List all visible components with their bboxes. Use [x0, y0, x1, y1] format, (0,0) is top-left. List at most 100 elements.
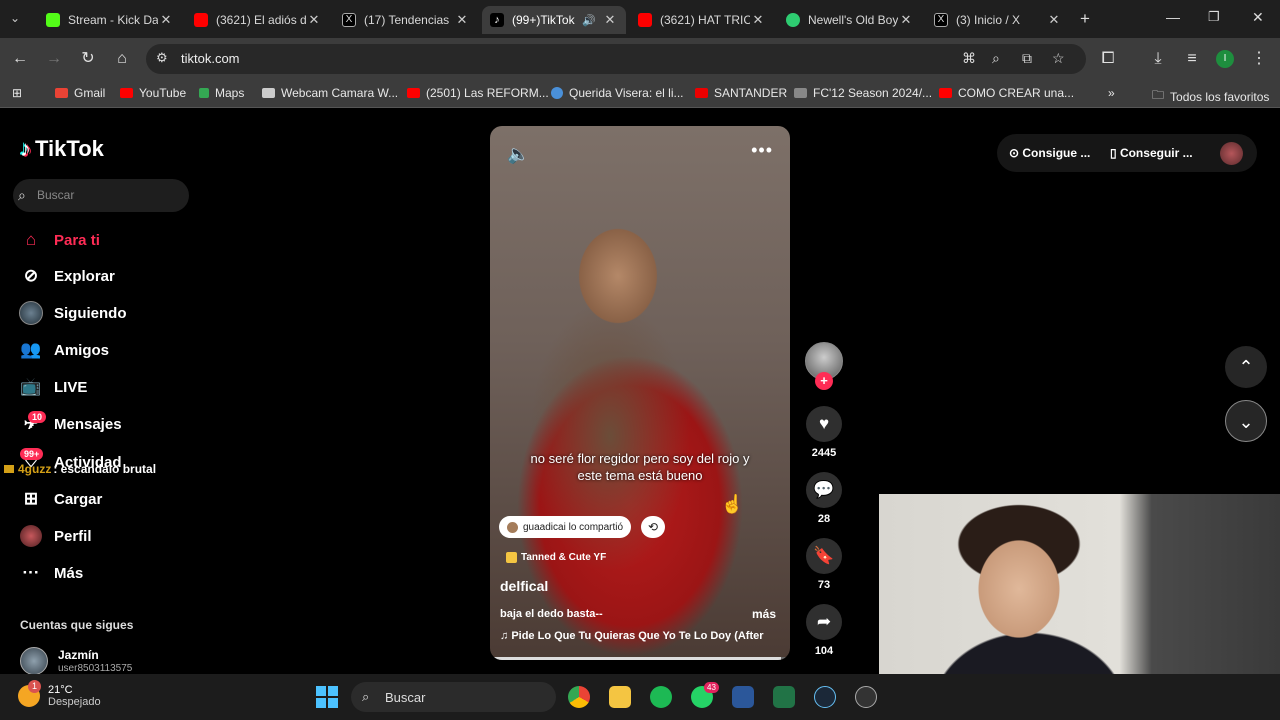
comment-icon[interactable]: 💬 — [806, 472, 842, 508]
window-close-icon[interactable]: ✕ — [1252, 9, 1264, 26]
upload-icon: ⊞ — [23, 489, 39, 508]
nav-friends[interactable]: 👥 Amigos — [18, 337, 109, 363]
close-icon[interactable]: ✕ — [602, 12, 618, 28]
media-controls-icon[interactable]: ≡ — [1181, 48, 1203, 70]
user-avatar[interactable] — [1220, 142, 1243, 165]
get-coins-button[interactable]: ⊙ Consigue ... — [1009, 146, 1090, 160]
repost-icon[interactable]: ⟲ — [641, 516, 665, 538]
bookmark-star-icon[interactable]: ☆ — [1052, 50, 1065, 67]
start-menu-icon[interactable] — [316, 686, 338, 708]
translate-icon[interactable]: ⌘ — [962, 50, 976, 67]
video-progress-bar[interactable] — [490, 657, 790, 660]
excel-icon[interactable] — [773, 686, 795, 708]
close-icon[interactable]: ✕ — [898, 12, 914, 28]
bookmark-icon[interactable]: 🔖 — [806, 538, 842, 574]
spotify-icon[interactable] — [650, 686, 672, 708]
previous-video-button[interactable]: ⌃ — [1225, 346, 1267, 388]
more-options-icon[interactable]: ••• — [751, 140, 773, 161]
nav-upload[interactable]: ⊞ Cargar — [18, 486, 102, 512]
file-explorer-icon[interactable] — [609, 686, 631, 708]
bookmarks-bar: ⊞ Gmail YouTube Maps Webcam Camara W... … — [0, 80, 1280, 108]
comment-action[interactable]: 💬 28 — [806, 472, 842, 525]
next-video-button[interactable]: ⌄ — [1225, 400, 1267, 442]
close-icon[interactable]: ✕ — [750, 12, 766, 28]
bookmark-youtube[interactable]: YouTube — [120, 86, 186, 100]
obs-icon[interactable] — [855, 686, 877, 708]
following-account-avatar[interactable] — [20, 647, 48, 675]
tab-youtube-2[interactable]: (3621) HAT TRIC ✕ — [630, 6, 774, 34]
tab-x-home[interactable]: X (3) Inicio / X ✕ — [926, 6, 1070, 34]
see-more-link[interactable]: más — [752, 607, 776, 621]
video-author[interactable]: delfical — [500, 578, 548, 594]
url-text[interactable]: tiktok.com — [181, 51, 240, 66]
close-icon[interactable]: ✕ — [306, 12, 322, 28]
tab-search-chevron-icon[interactable]: ⌄ — [10, 11, 20, 25]
word-icon[interactable] — [732, 686, 754, 708]
following-account-name[interactable]: Jazmín — [58, 648, 99, 662]
forward-icon[interactable]: → — [43, 48, 65, 70]
weather-widget[interactable]: 1 21°C Despejado — [18, 680, 101, 708]
home-icon[interactable]: ⌂ — [111, 48, 133, 70]
shared-by-pill[interactable]: guaadicai lo compartió — [499, 516, 632, 538]
music-note-icon: ♫ — [500, 630, 512, 642]
menu-icon[interactable]: ⋮ — [1248, 48, 1270, 70]
share-icon[interactable]: ➦ — [806, 604, 842, 640]
install-app-icon[interactable]: ⧉ — [1022, 50, 1032, 67]
profile-avatar[interactable]: I — [1216, 50, 1234, 68]
steam-icon[interactable] — [814, 686, 836, 708]
video-music[interactable]: ♫ Pide Lo Que Tu Quieras Que Yo Te Lo Do… — [500, 630, 780, 642]
video-player[interactable]: 🔈 ••• no seré flor regidor pero soy del … — [490, 126, 790, 660]
bookmark-maps[interactable]: Maps — [199, 86, 244, 100]
bookmark-gmail[interactable]: Gmail — [55, 86, 105, 100]
bookmark-webcam[interactable]: Webcam Camara W... — [262, 86, 398, 100]
back-icon[interactable]: ← — [9, 48, 31, 70]
tab-x-trends[interactable]: X (17) Tendencias ✕ — [334, 6, 478, 34]
search-input[interactable]: ⌕ Buscar — [13, 179, 189, 212]
address-bar[interactable]: ⚙ tiktok.com ⌘ ⌕ ⧉ ☆ — [146, 44, 1086, 74]
minimize-icon[interactable]: — — [1166, 9, 1180, 25]
downloads-icon[interactable]: ⤓ — [1147, 48, 1169, 70]
effect-tag[interactable]: Tanned & Cute YF — [506, 552, 606, 563]
save-action[interactable]: 🔖 73 — [806, 538, 842, 591]
reload-icon[interactable]: ↻ — [77, 48, 99, 70]
bookmarks-overflow-icon[interactable]: » — [1108, 86, 1115, 100]
like-action[interactable]: ♥ 2445 — [806, 406, 842, 459]
bookmark-reformas[interactable]: (2501) Las REFORM... — [407, 86, 549, 100]
bookmark-como-crear[interactable]: COMO CREAR una... — [939, 86, 1074, 100]
apps-icon[interactable]: ⊞ — [12, 86, 22, 100]
tab-youtube-1[interactable]: (3621) El adiós d ✕ — [186, 6, 330, 34]
heart-icon[interactable]: ♥ — [806, 406, 842, 442]
site-info-icon[interactable]: ⚙ — [156, 50, 168, 66]
tab-tiktok[interactable]: ♪ (99+)TikTok 🔊 ✕ — [482, 6, 626, 34]
new-tab-icon[interactable]: + — [1080, 9, 1090, 29]
nav-following[interactable]: Siguiendo — [18, 300, 127, 326]
nav-for-you[interactable]: ⌂ Para ti — [18, 227, 100, 253]
tiktok-logo[interactable]: ♪ TikTok — [20, 136, 104, 162]
audio-playing-icon[interactable]: 🔊 — [582, 14, 596, 27]
follow-plus-icon[interactable]: + — [815, 372, 833, 390]
tiktok-favicon-icon: ♪ — [490, 13, 504, 27]
close-icon[interactable]: ✕ — [158, 12, 174, 28]
nav-live[interactable]: 📺 LIVE — [18, 374, 87, 400]
get-app-button[interactable]: ▯ Conseguir ... — [1110, 146, 1193, 160]
zoom-icon[interactable]: ⌕ — [992, 50, 1000, 67]
chrome-icon[interactable] — [568, 686, 590, 708]
bookmark-querida-visera[interactable]: Querida Visera: el li... — [551, 86, 684, 100]
nav-explore[interactable]: ⊘ Explorar — [18, 263, 115, 289]
all-bookmarks[interactable]: 🗀 Todos los favoritos — [1152, 86, 1269, 107]
restore-icon[interactable]: ❐ — [1208, 9, 1220, 25]
nav-label: Para ti — [54, 231, 100, 249]
close-icon[interactable]: ✕ — [1046, 12, 1062, 28]
bookmark-fc12[interactable]: FC'12 Season 2024/... — [794, 86, 932, 100]
bookmark-santander[interactable]: SANTANDER — [695, 86, 787, 100]
share-action[interactable]: ➦ 104 — [806, 604, 842, 657]
volume-icon[interactable]: 🔈 — [507, 144, 529, 165]
extensions-icon[interactable]: ⧠ — [1097, 48, 1119, 70]
taskbar-search[interactable]: ⌕ Buscar — [351, 682, 556, 712]
tab-kick[interactable]: Stream - Kick Da ✕ — [38, 6, 182, 34]
tab-newells[interactable]: Newell's Old Boy ✕ — [778, 6, 922, 34]
webcam-icon — [262, 88, 275, 98]
nav-profile[interactable]: Perfil — [18, 523, 92, 549]
close-icon[interactable]: ✕ — [454, 12, 470, 28]
nav-more[interactable]: ··· Más — [18, 560, 84, 586]
